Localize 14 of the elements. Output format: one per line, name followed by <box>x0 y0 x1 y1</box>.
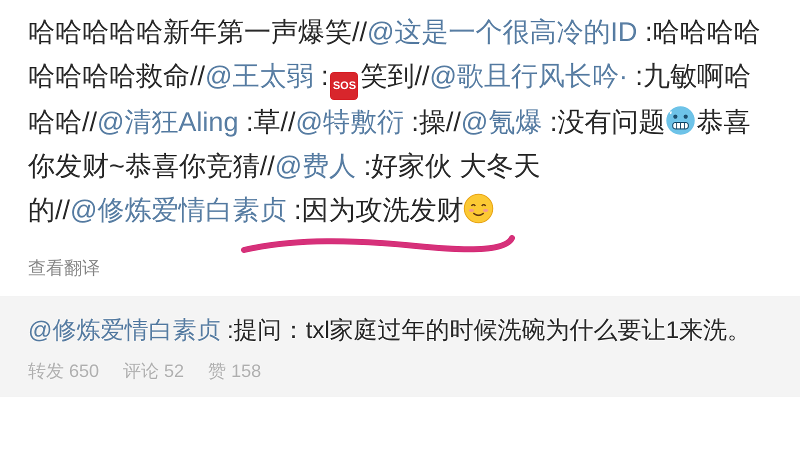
mention-link[interactable]: @费人 <box>274 151 356 181</box>
mention-link[interactable]: @修炼爱情白素贞 <box>70 195 286 225</box>
mention-link[interactable]: @清狂Aling <box>97 107 238 137</box>
smiling-face-icon <box>463 193 494 224</box>
mention-link[interactable]: @修炼爱情白素贞 <box>28 317 220 344</box>
mention-link[interactable]: @氪爆 <box>460 107 542 137</box>
mention-link[interactable]: @王太弱 <box>205 61 314 91</box>
mention-link[interactable]: @特敷衍 <box>295 107 404 137</box>
freezing-face-icon <box>665 105 696 136</box>
translate-link[interactable]: 查看翻译 <box>28 255 100 282</box>
mention-link[interactable]: @歌且行风长吟· <box>429 61 628 91</box>
sos-emoji: SOS <box>330 72 358 100</box>
mention-link[interactable]: @这是一个很高冷的ID <box>367 17 638 47</box>
quoted-post-text: @修炼爱情白素贞 :提问：txl家庭过年的时候洗碗为什么要让1来洗。 <box>28 316 752 346</box>
